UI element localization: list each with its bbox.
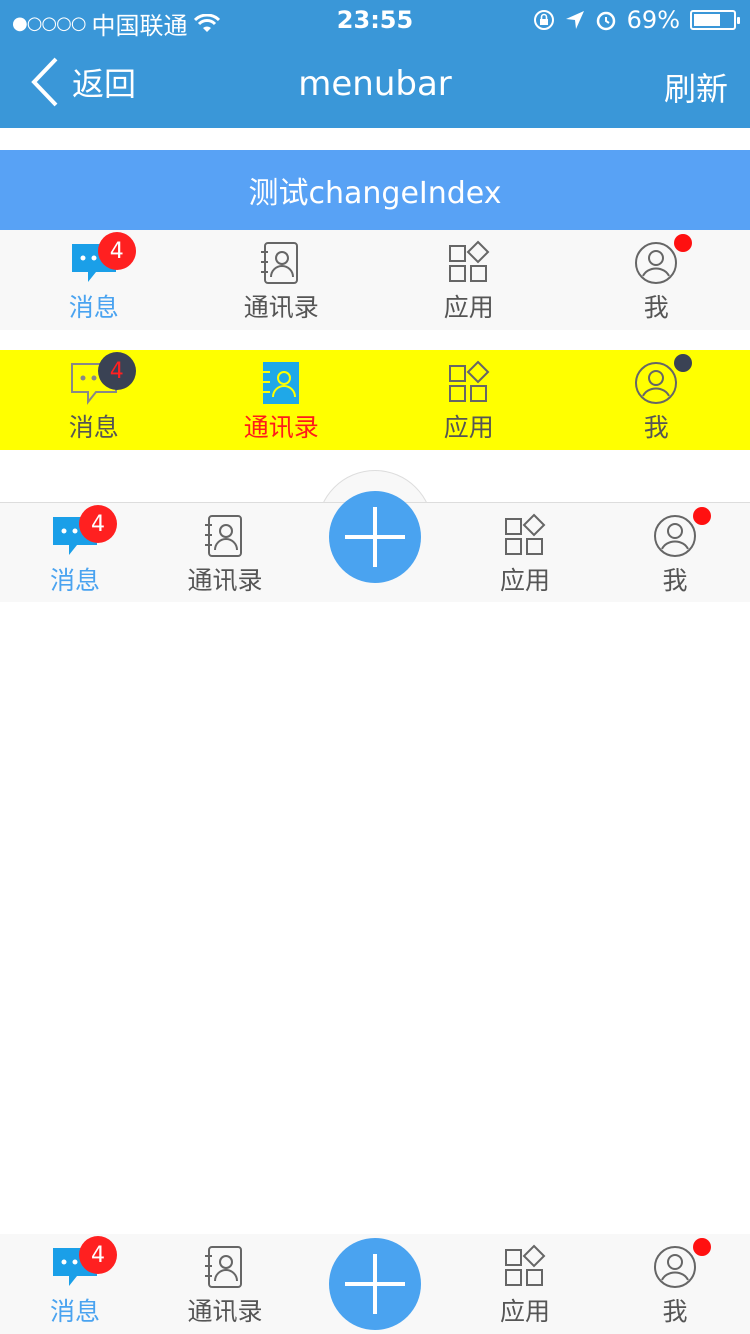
notification-dot — [674, 234, 693, 252]
tab-label: 消息 — [68, 413, 119, 442]
tab-messages[interactable]: 4 消息 — [0, 503, 150, 603]
tab-messages[interactable]: 4 消息 — [0, 1234, 150, 1334]
contacts-book-icon — [205, 515, 242, 557]
menubar-plus-raised: 4 消息 通讯录 应用 我 — [0, 491, 750, 603]
notification-dot — [693, 507, 711, 525]
contacts-book-icon — [205, 1246, 242, 1288]
location-arrow-icon — [565, 11, 584, 29]
tab-me[interactable]: 我 — [600, 1234, 750, 1334]
user-avatar-icon — [654, 515, 696, 557]
tab-label: 我 — [643, 413, 669, 442]
tab-me[interactable]: 我 — [563, 230, 750, 330]
apps-grid-icon — [505, 513, 546, 555]
tab-contacts[interactable]: 通讯录 — [188, 350, 376, 450]
tab-label: 通讯录 — [187, 566, 263, 595]
tab-label: 消息 — [68, 293, 119, 322]
user-avatar-icon — [654, 1246, 696, 1288]
tab-apps[interactable]: 应用 — [450, 1234, 600, 1334]
tab-label: 通讯录 — [243, 413, 319, 442]
app-screen: ●○○○○ 中国联通 23:55 69% 返回 menubar 刷新 测试cha… — [0, 0, 750, 1334]
page-title: menubar — [298, 64, 452, 104]
tab-label: 我 — [662, 1297, 688, 1326]
tab-label: 消息 — [49, 566, 100, 595]
tab-label: 应用 — [499, 566, 550, 595]
tab-label: 消息 — [49, 1297, 100, 1326]
apps-grid-icon — [448, 360, 490, 402]
tab-label: 应用 — [443, 413, 494, 442]
menubar-default: 4 消息 通讯录 应用 我 — [0, 230, 750, 330]
tab-messages[interactable]: 4 消息 — [0, 350, 188, 450]
tab-me[interactable]: 我 — [600, 503, 750, 603]
message-badge: 4 — [97, 352, 136, 390]
status-right: 69% — [533, 6, 740, 34]
top-bar: ●○○○○ 中国联通 23:55 69% 返回 menubar 刷新 — [0, 0, 750, 128]
alarm-icon — [596, 11, 615, 31]
nav-bar: 返回 menubar 刷新 — [0, 40, 750, 128]
tab-apps[interactable]: 应用 — [375, 350, 563, 450]
contacts-book-icon — [261, 242, 299, 284]
tab-apps[interactable]: 应用 — [450, 503, 600, 603]
user-avatar-icon — [635, 362, 678, 404]
tab-contacts[interactable]: 通讯录 — [150, 503, 300, 603]
tab-label: 应用 — [499, 1297, 550, 1326]
test-change-index-button[interactable]: 测试changeIndex — [0, 150, 750, 230]
tab-label: 通讯录 — [243, 293, 319, 322]
tab-me[interactable]: 我 — [563, 350, 750, 450]
plus-button[interactable] — [329, 491, 421, 583]
tab-apps[interactable]: 应用 — [375, 230, 563, 330]
battery-fill — [694, 14, 720, 26]
notification-dot — [693, 1238, 711, 1256]
apps-grid-icon — [505, 1244, 546, 1286]
menubar-yellow: 4 消息 通讯录 应用 我 — [0, 350, 750, 450]
message-badge: 4 — [79, 1236, 117, 1274]
refresh-button[interactable]: 刷新 — [664, 64, 728, 110]
status-bar: ●○○○○ 中国联通 23:55 69% — [0, 0, 750, 40]
user-avatar-icon — [635, 242, 678, 284]
message-badge: 4 — [97, 232, 136, 270]
tab-label: 我 — [662, 566, 688, 595]
apps-grid-icon — [448, 240, 490, 282]
tab-messages[interactable]: 4 消息 — [0, 230, 188, 330]
notification-dot — [674, 354, 693, 372]
tab-label: 我 — [643, 293, 669, 322]
menubar-bottom: 4 消息 通讯录 应用 我 — [0, 1234, 750, 1334]
contacts-book-icon — [260, 362, 300, 404]
tab-contacts[interactable]: 通讯录 — [188, 230, 376, 330]
tab-contacts[interactable]: 通讯录 — [150, 1234, 300, 1334]
tab-label: 应用 — [443, 293, 494, 322]
plus-button[interactable] — [329, 1238, 421, 1330]
message-badge: 4 — [79, 505, 117, 543]
battery-percent: 69% — [626, 6, 680, 34]
battery-icon — [690, 10, 740, 30]
rotation-lock-icon — [533, 10, 554, 30]
tab-label: 通讯录 — [187, 1297, 263, 1326]
